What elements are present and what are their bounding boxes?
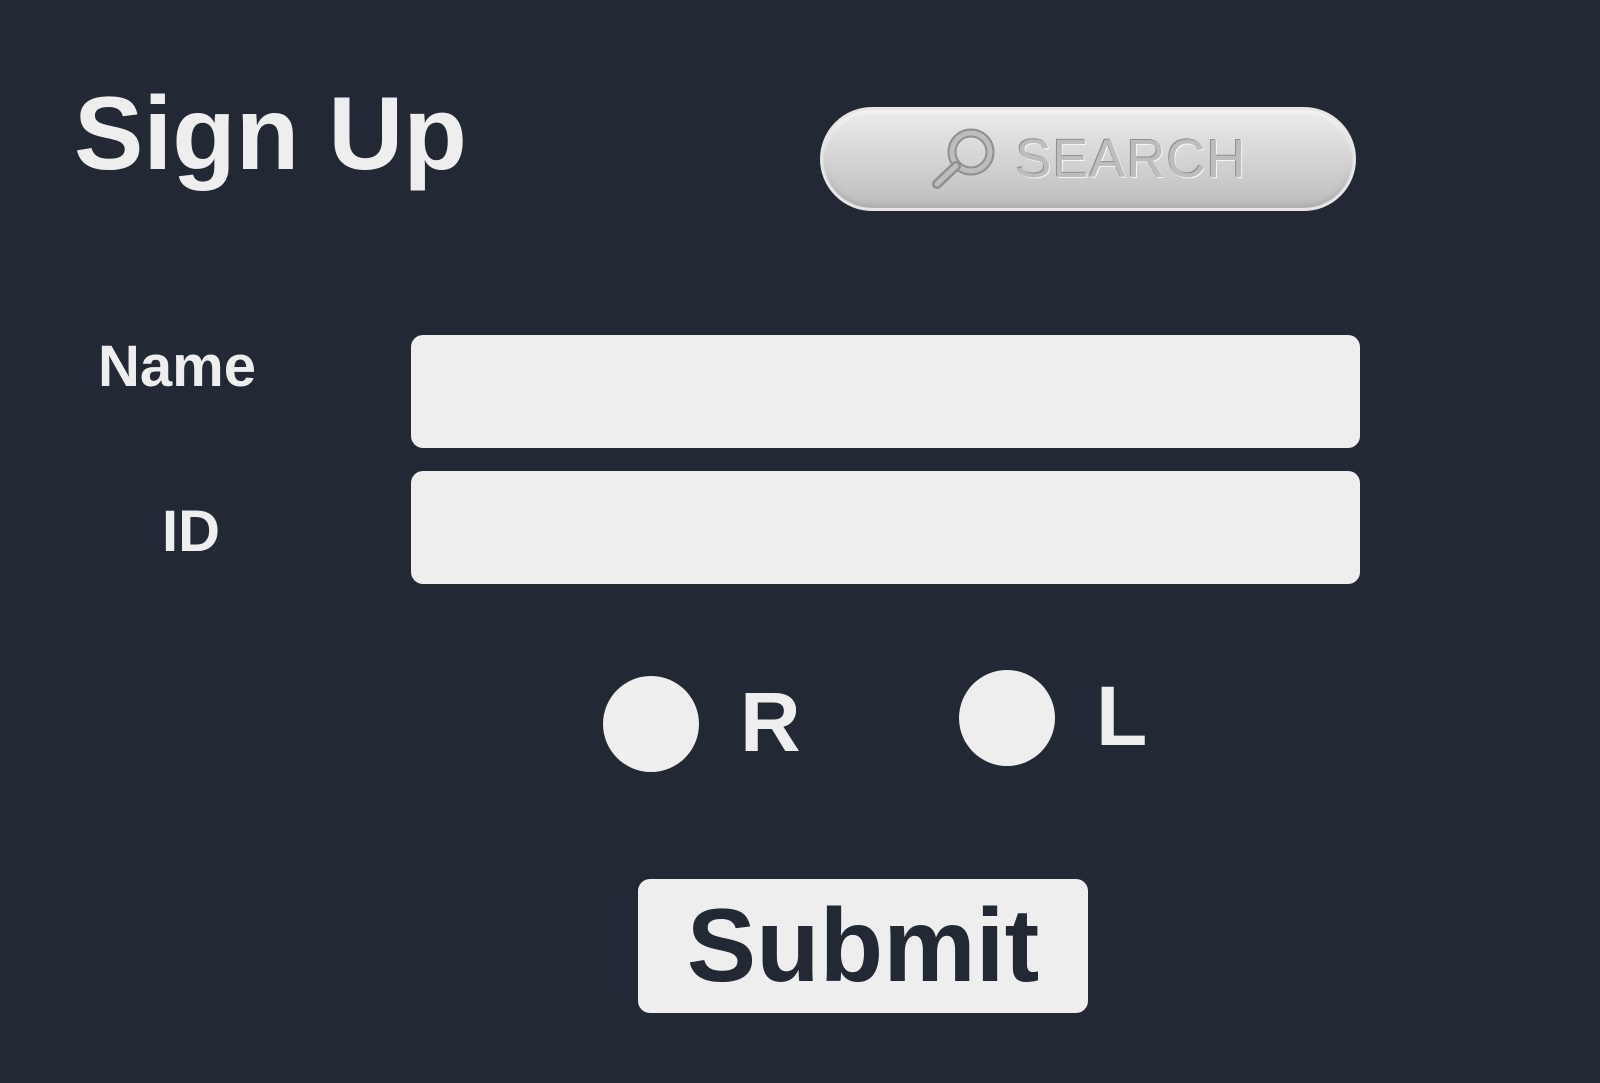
- page-title: Sign Up: [74, 76, 467, 192]
- radio-r-label: R: [740, 675, 801, 769]
- search-button-label: SEARCH: [1015, 129, 1247, 189]
- radio-r[interactable]: [603, 676, 699, 772]
- id-label: ID: [162, 499, 220, 564]
- magnifier-icon: [929, 128, 999, 192]
- name-field[interactable]: [411, 335, 1360, 448]
- search-button[interactable]: SEARCH: [820, 107, 1356, 211]
- id-field[interactable]: [411, 471, 1360, 584]
- name-label: Name: [98, 334, 256, 399]
- radio-l-label: L: [1096, 669, 1148, 763]
- radio-l[interactable]: [959, 670, 1055, 766]
- submit-button[interactable]: Submit: [638, 879, 1088, 1013]
